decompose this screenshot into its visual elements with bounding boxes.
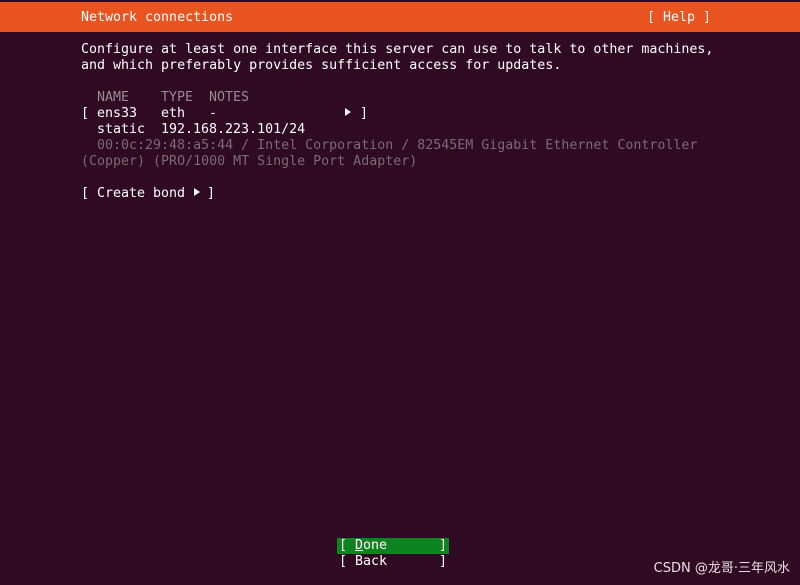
interface-type: eth	[161, 106, 186, 121]
interface-detail-line-1: 00:0c:29:48:a5:44 / Intel Corporation / …	[97, 138, 698, 153]
create-bond-label: Create bond	[97, 186, 186, 201]
back-open-bracket: [	[339, 554, 348, 569]
address-value: 192.168.223.101/24	[161, 122, 306, 137]
intro-line-2: and which preferably provides sufficient…	[81, 58, 562, 73]
create-bond-open-bracket: [	[81, 186, 90, 201]
column-header-notes: NOTES	[209, 90, 250, 105]
header-bar: Network connections [ Help ]	[0, 2, 800, 32]
watermark: CSDN @龙哥·三年风水	[653, 561, 790, 576]
column-header-name: NAME	[97, 90, 130, 105]
back-label: Back	[355, 554, 388, 569]
done-button[interactable]: [ Done ]	[337, 538, 449, 554]
page-title: Network connections	[81, 10, 234, 25]
done-close-bracket: ]	[438, 538, 447, 553]
row-close-bracket: ]	[360, 106, 369, 121]
done-label-rest: one	[363, 538, 388, 553]
row-open-bracket: [	[81, 106, 90, 121]
installer-screen: Network connections [ Help ] Configure a…	[0, 0, 800, 585]
interface-name: ens33	[97, 106, 138, 121]
address-mode: static	[97, 122, 146, 137]
interface-detail-line-2: (Copper) (PRO/1000 MT Single Port Adapte…	[81, 154, 418, 169]
done-label: Done	[355, 538, 387, 554]
help-button[interactable]: [ Help ]	[647, 10, 711, 26]
create-bond-arrow-icon	[194, 186, 200, 202]
create-bond-close-bracket: ]	[207, 186, 216, 201]
back-close-bracket: ]	[438, 554, 447, 569]
done-label-hotkey: D	[355, 538, 364, 553]
interface-notes: -	[209, 106, 218, 121]
done-open-bracket: [	[339, 538, 348, 553]
row-menu-arrow-icon[interactable]	[345, 106, 351, 122]
intro-line-1: Configure at least one interface this se…	[81, 42, 714, 57]
column-header-type: TYPE	[161, 90, 194, 105]
back-button[interactable]: [ Back ]	[337, 554, 449, 570]
